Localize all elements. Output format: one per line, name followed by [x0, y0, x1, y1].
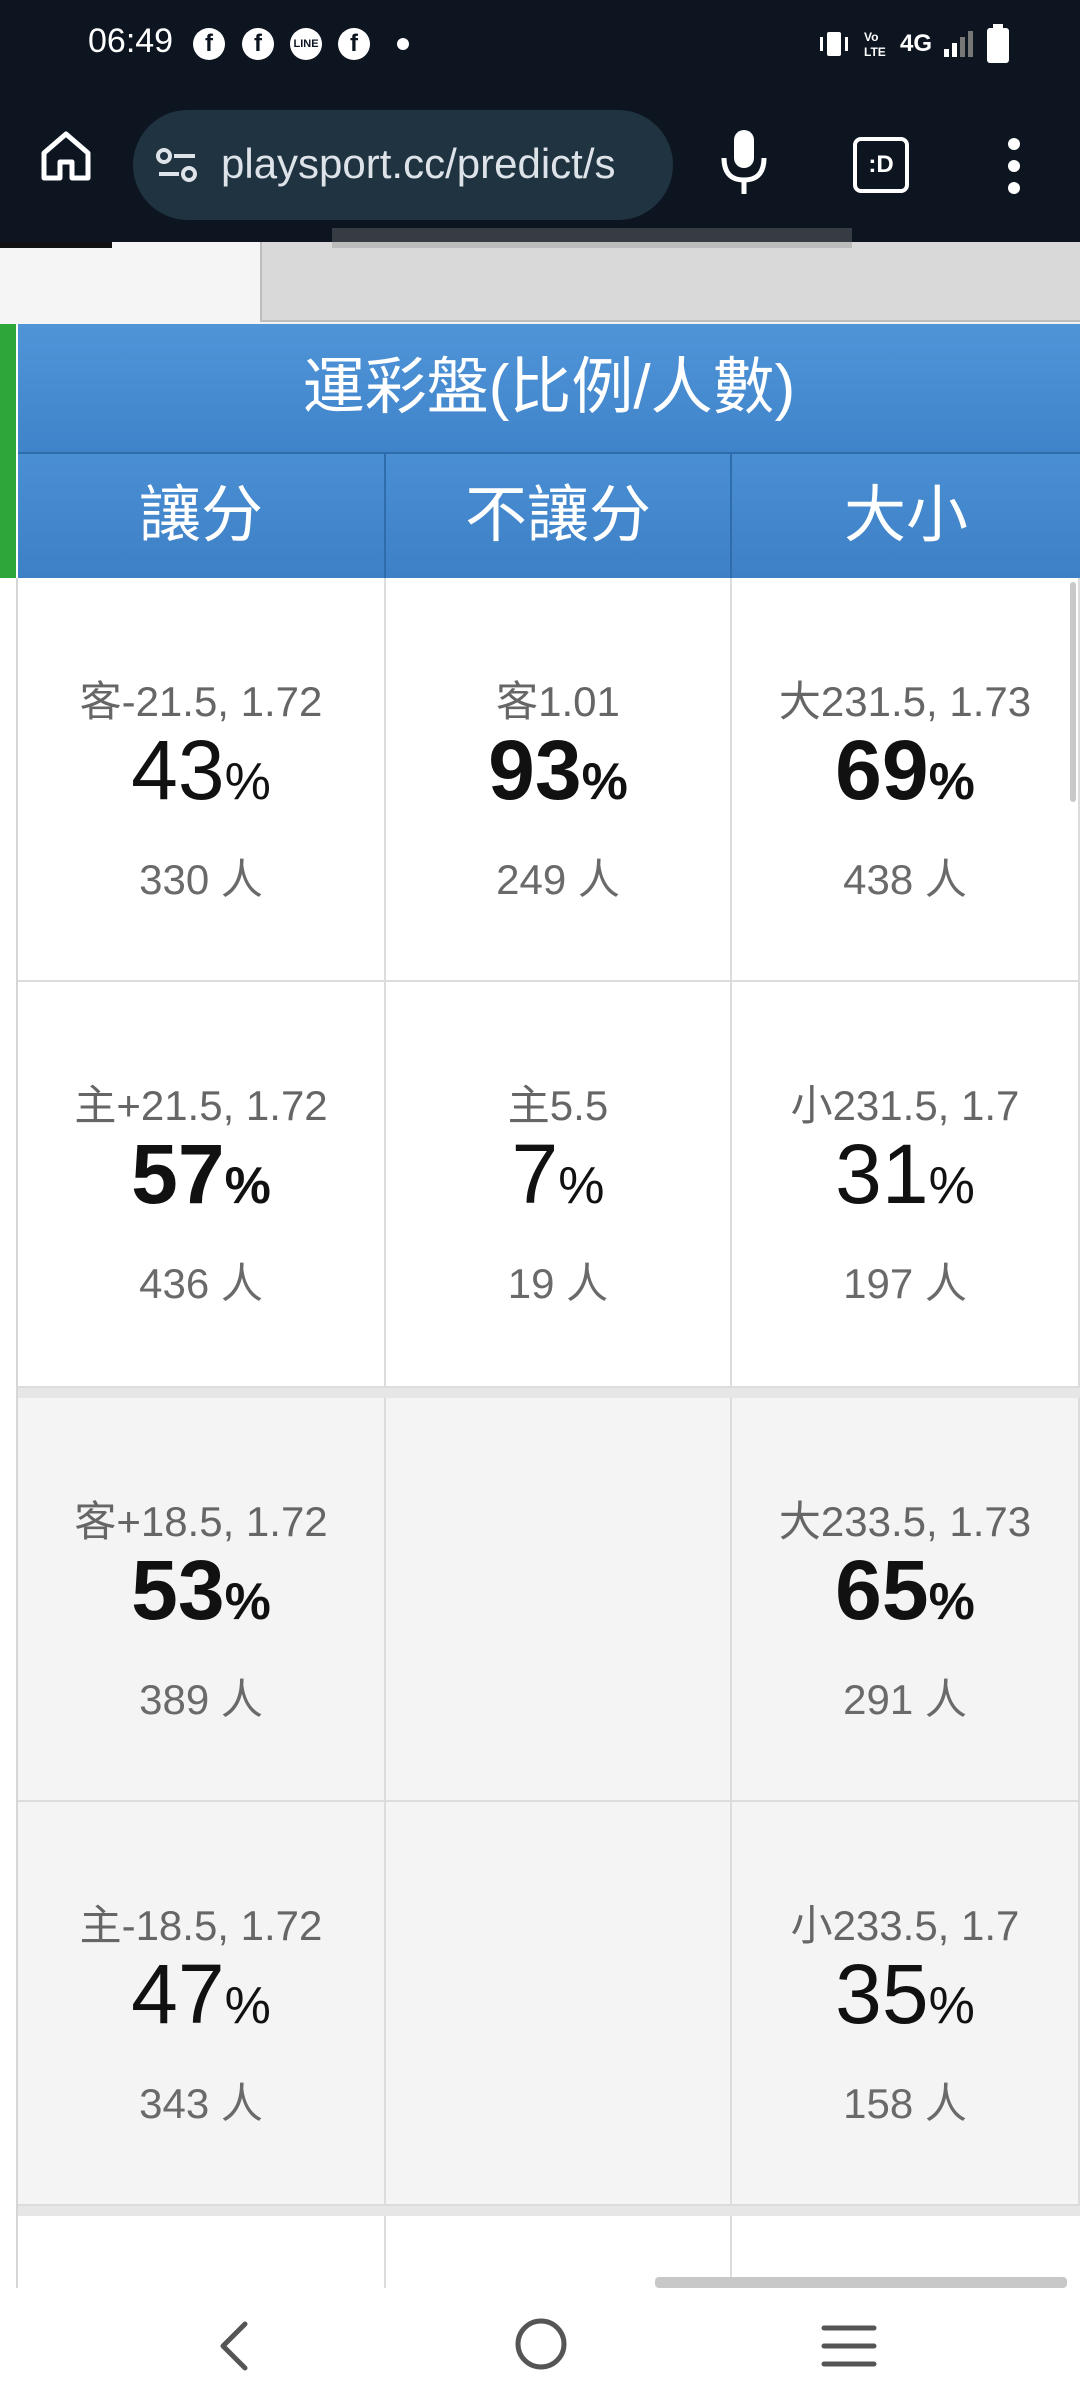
table-cell: 小231.5, 1.7 31% 197 人 [732, 982, 1080, 1388]
back-icon[interactable] [205, 2316, 265, 2376]
more-options-icon[interactable] [1000, 134, 1028, 198]
recent-apps-icon[interactable] [818, 2318, 880, 2374]
system-navigation-bar [0, 2288, 1080, 2404]
table-header: 運彩盤(比例/人數) [18, 324, 1080, 454]
percentage: 7% [511, 1127, 605, 1221]
percentage: 65% [835, 1543, 975, 1637]
left-column-edge [0, 324, 16, 578]
people-count: 291 人 [843, 1676, 967, 1723]
network-type: 4G [899, 30, 932, 57]
game-separator [18, 1388, 1080, 1398]
battery-icon [987, 24, 1009, 63]
more-notifications-dot [397, 38, 409, 50]
svg-text:LTE: LTE [864, 45, 886, 59]
page-tab[interactable] [918, 242, 1080, 322]
home-icon[interactable] [36, 126, 96, 186]
svg-text:Vo: Vo [864, 30, 878, 44]
people-count: 158 人 [843, 2080, 967, 2127]
page-tab[interactable] [260, 228, 920, 322]
table-title: 運彩盤(比例/人數) [302, 353, 796, 422]
status-time: 06:49 [88, 22, 174, 60]
people-count: 19 人 [507, 1260, 609, 1307]
percentage: 31% [835, 1127, 975, 1221]
status-right-icons: Vo LTE 4G [816, 22, 1010, 66]
facebook-icon: f [193, 28, 225, 60]
table-cell: 主5.5 7% 19 人 [386, 982, 732, 1388]
table-cell: 大233.5, 1.73 65% 291 人 [732, 1398, 1080, 1802]
people-count: 436 人 [139, 1260, 263, 1307]
column-header-moneyline: 不讓分 [386, 454, 732, 578]
home-button-icon[interactable] [510, 2313, 572, 2375]
people-count: 330 人 [139, 856, 263, 903]
browser-toolbar: playsport.cc/predict/s :D [0, 90, 1080, 242]
percentage: 57% [131, 1127, 271, 1221]
vibrate-icon [819, 32, 848, 56]
table-cell: 主+21.5, 1.72 57% 436 人 [18, 982, 386, 1388]
site-settings-icon[interactable] [155, 144, 199, 186]
table-cell: 客1.01 93% 249 人 [386, 578, 732, 982]
tab-switcher-glyph: :D [868, 151, 894, 178]
percentage: 35% [835, 1947, 975, 2041]
url-text[interactable]: playsport.cc/predict/s [221, 140, 616, 188]
vertical-scrollbar[interactable] [1070, 582, 1076, 802]
horizontal-scrollbar[interactable] [655, 2277, 1067, 2288]
column-header-spread: 讓分 [18, 454, 386, 578]
status-bar: 06:49 f f LINE f Vo LTE 4G [0, 0, 1080, 90]
line-icon: LINE [290, 28, 322, 60]
table-cell-empty [386, 1802, 732, 2206]
column-header-total: 大小 [732, 454, 1080, 578]
page-tab-active[interactable] [0, 242, 260, 324]
table-cell: 主-18.5, 1.72 47% 343 人 [18, 1802, 386, 2206]
tab-switcher-button[interactable]: :D [853, 137, 909, 193]
microphone-icon[interactable] [718, 128, 770, 198]
table-cell: 客+18.5, 1.72 53% 389 人 [18, 1398, 386, 1802]
facebook-icon: f [242, 28, 274, 60]
game-separator [18, 2206, 1080, 2216]
facebook-icon: f [338, 28, 370, 60]
people-count: 438 人 [843, 856, 967, 903]
table-cell: 小233.5, 1.7 35% 158 人 [732, 1802, 1080, 2206]
percentage: 53% [131, 1543, 271, 1637]
percentage: 47% [131, 1947, 271, 2041]
people-count: 197 人 [843, 1260, 967, 1307]
signal-icon [944, 31, 973, 57]
percentage: 93% [488, 723, 628, 817]
table-cell: 客-21.5, 1.72 43% 330 人 [18, 578, 386, 982]
table-cell: 大231.5, 1.73 69% 438 人 [732, 578, 1080, 982]
table-cell-empty [386, 1398, 732, 1802]
page-tab-bar [0, 228, 1080, 324]
people-count: 389 人 [139, 1676, 263, 1723]
address-bar[interactable]: playsport.cc/predict/s [133, 110, 673, 220]
people-count: 343 人 [139, 2080, 263, 2127]
column-divider [384, 2216, 386, 2288]
percentage: 69% [835, 723, 975, 817]
volte-icon: Vo LTE [864, 30, 886, 59]
people-count: 249 人 [496, 856, 620, 903]
percentage: 43% [131, 723, 271, 817]
